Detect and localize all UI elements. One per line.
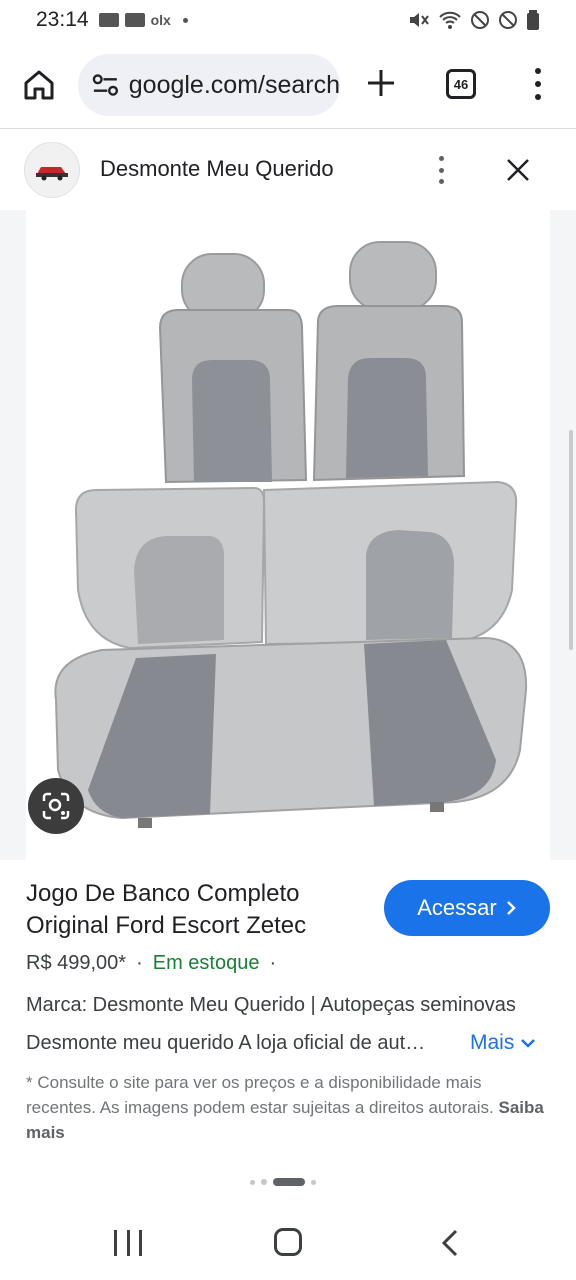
- product-title[interactable]: Jogo De Banco Completo Original Ford Esc…: [26, 878, 366, 942]
- chevron-down-icon: [521, 1039, 536, 1048]
- car-logo-icon: [36, 167, 68, 181]
- blocked-icon: [499, 11, 517, 29]
- tab-switcher-button[interactable]: 46: [446, 69, 476, 99]
- close-icon[interactable]: [504, 156, 532, 184]
- chevron-right-icon: [506, 901, 516, 915]
- home-icon[interactable]: [22, 68, 56, 102]
- new-tab-button[interactable]: [366, 68, 396, 98]
- tune-icon[interactable]: [92, 73, 119, 97]
- mute-icon: [410, 13, 429, 27]
- pager-dot[interactable]: [250, 1179, 255, 1185]
- product-image[interactable]: [26, 210, 550, 860]
- address-bar[interactable]: google.com/search: [78, 54, 340, 116]
- back-button[interactable]: [440, 1228, 460, 1258]
- notification-icons: olx: [98, 12, 188, 28]
- more-vert-icon[interactable]: [436, 156, 446, 184]
- status-time: 23:14: [36, 8, 89, 31]
- separator: ·: [136, 952, 143, 974]
- olx-notification-icon: olx: [150, 12, 171, 28]
- blocked-icon: [471, 11, 489, 29]
- product-price: R$ 499,00*: [26, 952, 127, 974]
- google-lens-icon[interactable]: [28, 778, 84, 834]
- system-icons: [408, 9, 540, 31]
- more-label: Mais: [470, 1031, 515, 1054]
- wifi-icon: [439, 11, 461, 29]
- source-logo[interactable]: [24, 142, 80, 198]
- toolbar-divider: [0, 128, 576, 129]
- more-notifications-dot: [182, 17, 188, 23]
- access-button[interactable]: Acessar: [384, 880, 550, 936]
- access-button-label: Acessar: [417, 895, 497, 920]
- car-seat-image: [54, 241, 528, 828]
- more-button[interactable]: Mais: [470, 1031, 536, 1055]
- home-button[interactable]: [274, 1228, 302, 1256]
- pager-dot[interactable]: [261, 1179, 267, 1185]
- status-bar: 23:14 olx: [0, 0, 576, 40]
- recents-button[interactable]: [114, 1230, 142, 1256]
- carousel-pager: [250, 1178, 316, 1186]
- app-notification-icon: [98, 13, 119, 27]
- battery-icon: [527, 10, 539, 30]
- product-description: Desmonte meu querido A loja oficial de a…: [26, 1032, 436, 1054]
- disclaimer-text: * Consulte o site para ver os preços e a…: [26, 1073, 494, 1117]
- app-notification-icon: [124, 13, 145, 27]
- source-header: Desmonte Meu Querido: [0, 130, 576, 210]
- system-nav-bar: [0, 1208, 576, 1280]
- image-viewer: [0, 210, 576, 860]
- brand-line: Marca: Desmonte Meu Querido | Autopeças …: [26, 994, 516, 1016]
- page-scrollbar[interactable]: [569, 430, 573, 650]
- stock-status: Em estoque: [152, 952, 260, 974]
- separator: ·: [269, 952, 277, 974]
- disclaimer: * Consulte o site para ver os preços e a…: [26, 1070, 556, 1145]
- pager-dot[interactable]: [311, 1179, 316, 1185]
- pager-dot-active[interactable]: [273, 1178, 305, 1186]
- url-text[interactable]: google.com/search: [129, 71, 340, 100]
- source-name[interactable]: Desmonte Meu Querido: [100, 156, 334, 182]
- more-vert-icon[interactable]: [530, 68, 546, 100]
- browser-toolbar: google.com/search 46: [0, 44, 576, 124]
- price-line: R$ 499,00* · Em estoque ·: [26, 952, 276, 975]
